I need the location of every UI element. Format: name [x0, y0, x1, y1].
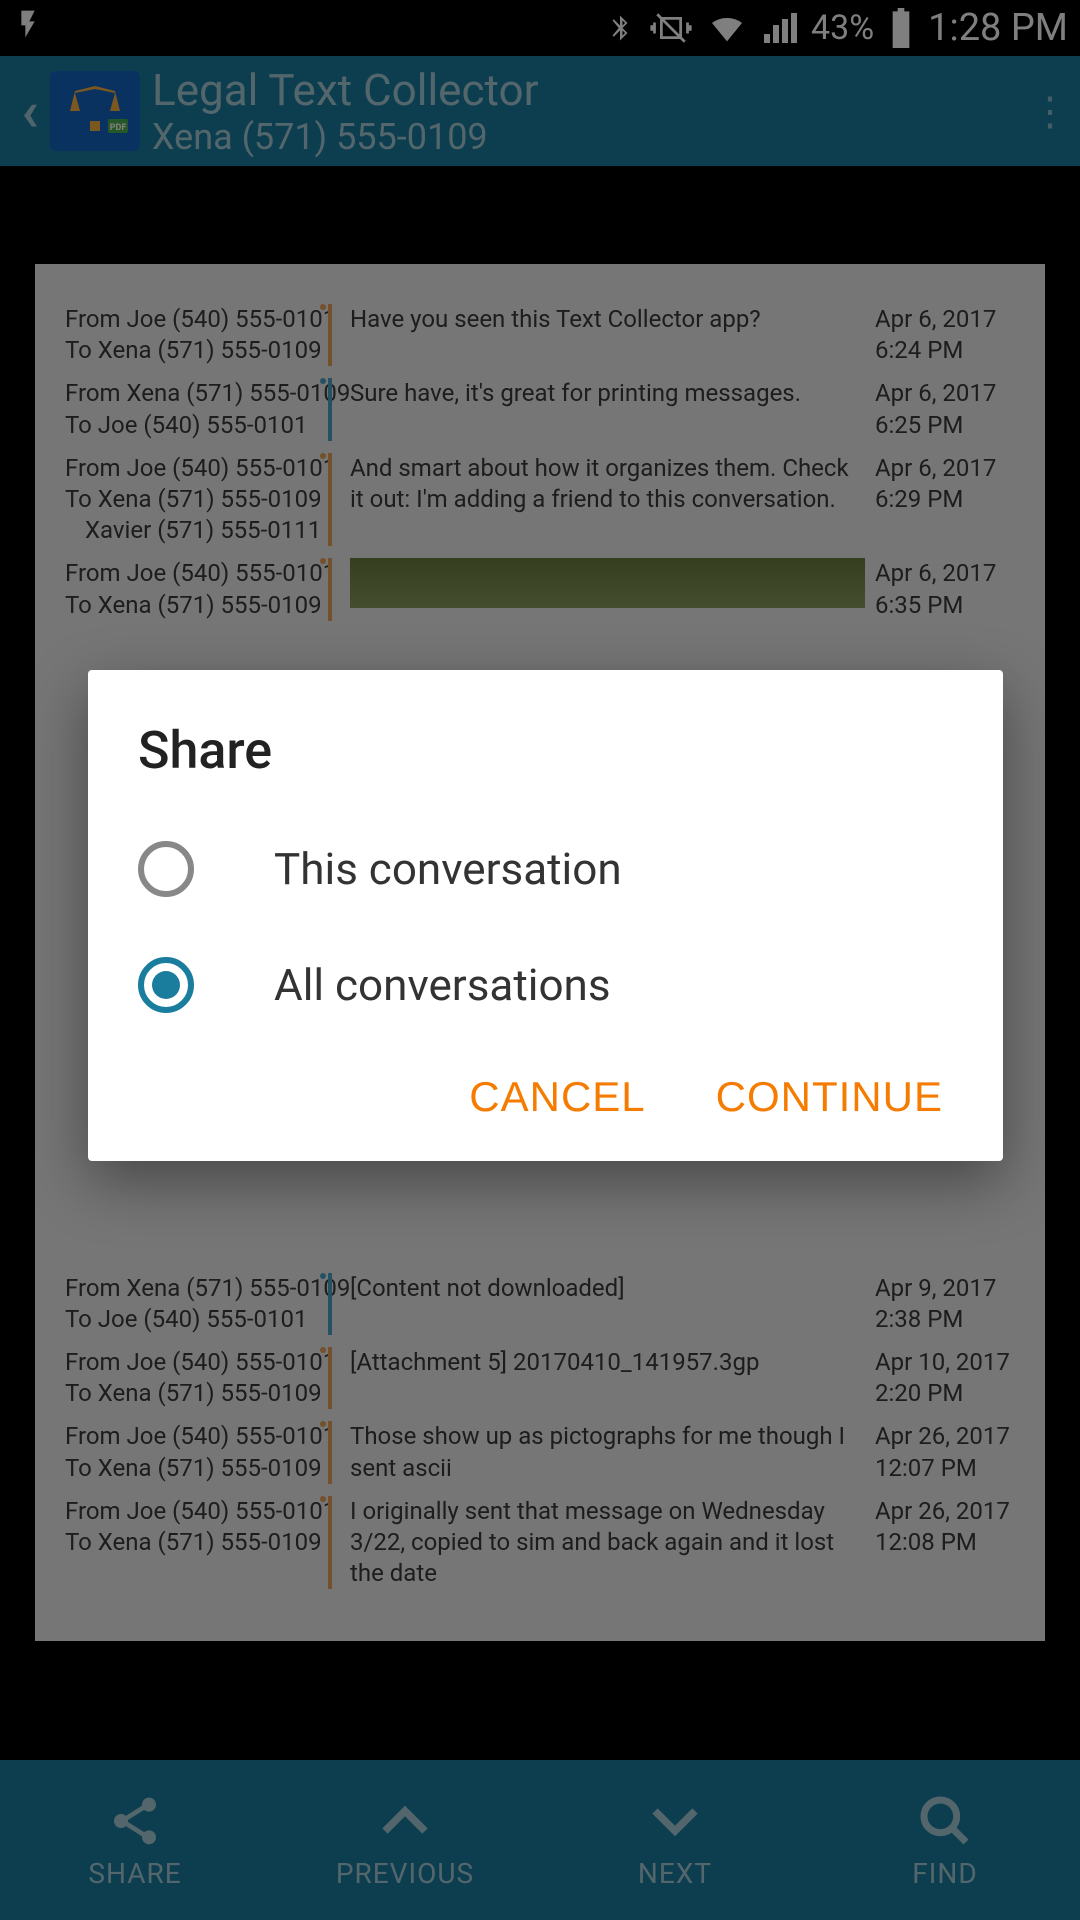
share-dialog: Share This conversation All conversation… — [88, 670, 1003, 1161]
radio-label: This conversation — [274, 843, 622, 895]
radio-button[interactable] — [138, 841, 194, 897]
dialog-title: Share — [138, 720, 953, 781]
cancel-button[interactable]: CANCEL — [469, 1073, 645, 1121]
radio-label: All conversations — [274, 959, 611, 1011]
radio-this-conversation[interactable]: This conversation — [138, 841, 953, 897]
continue-button[interactable]: CONTINUE — [716, 1073, 943, 1121]
radio-button[interactable] — [138, 957, 194, 1013]
radio-all-conversations[interactable]: All conversations — [138, 957, 953, 1013]
